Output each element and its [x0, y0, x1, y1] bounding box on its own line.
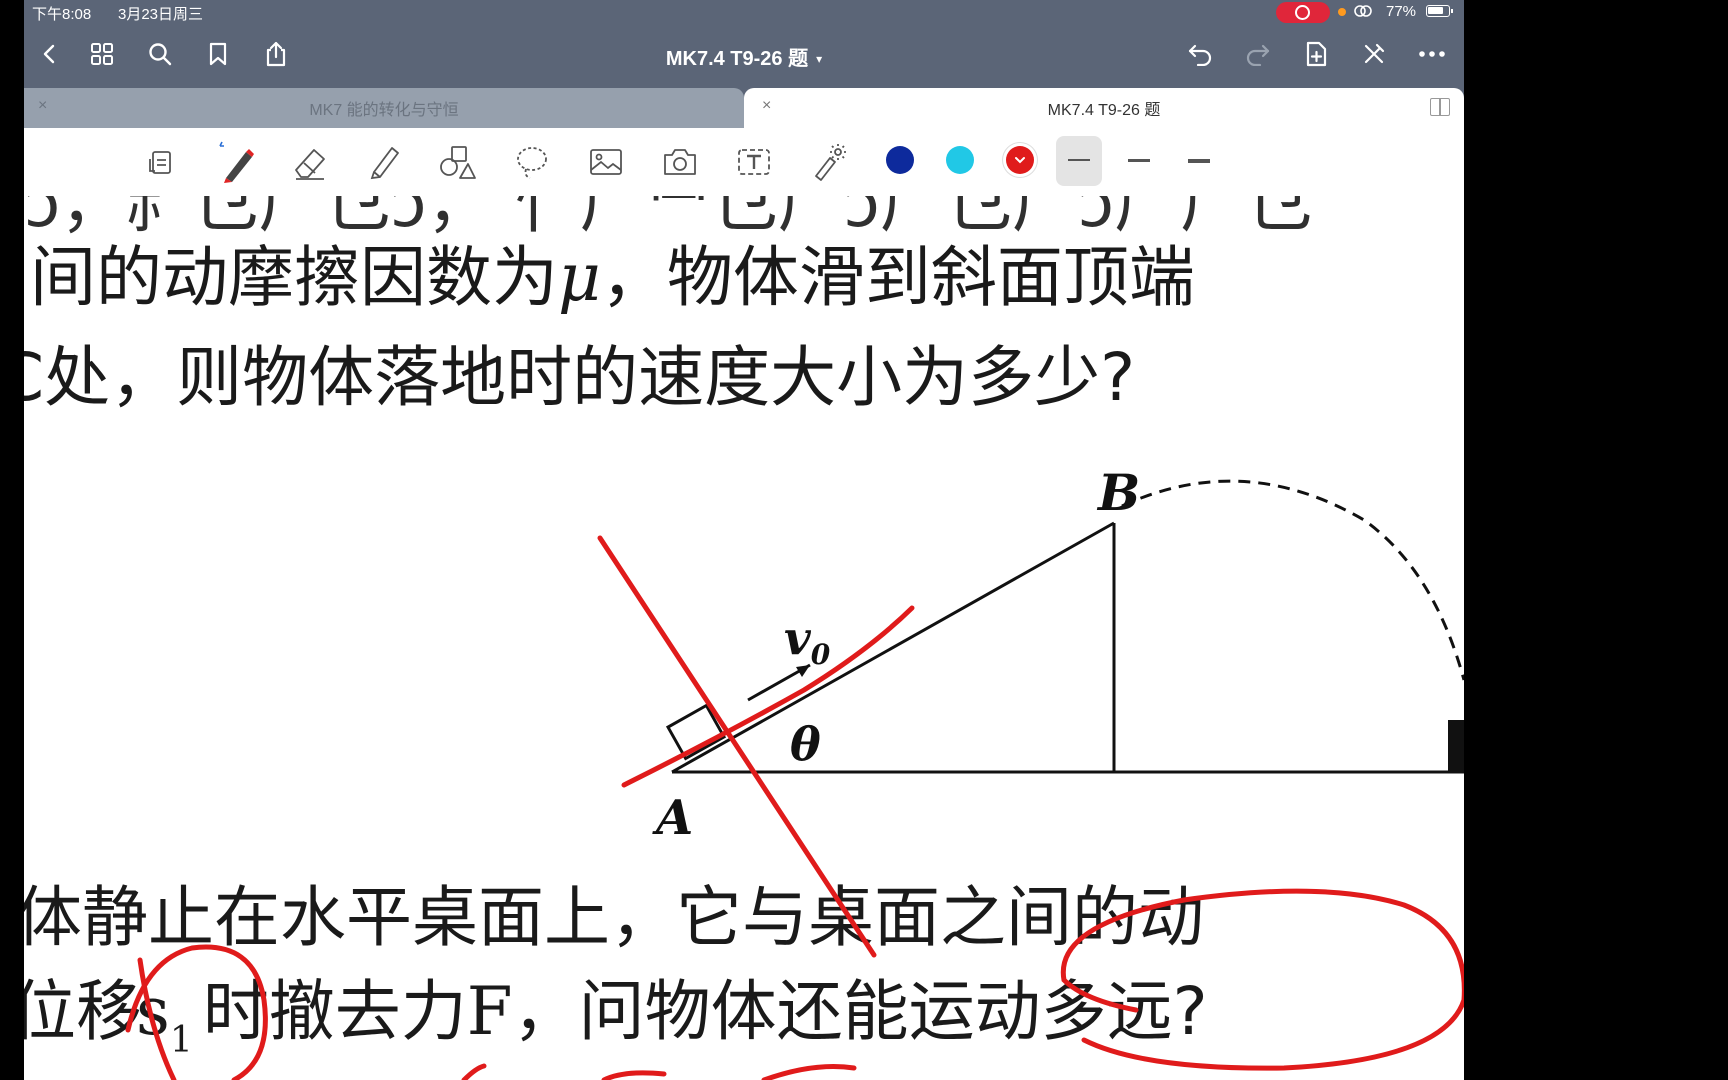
ink-s1-stroke — [137, 957, 177, 1080]
ink-cross-stroke — [597, 535, 877, 958]
ink-fragment — [461, 1063, 487, 1080]
ink-incline-stroke — [621, 605, 915, 788]
ipad-screen: 下午8:08 3月23日周三 77% MK7.4 T9-26 题 ▾ × MK7… — [24, 0, 1464, 1080]
handwriting-layer — [125, 535, 1464, 1080]
ink-circle-distance — [1060, 888, 1464, 1071]
ink-fragment — [601, 1064, 857, 1080]
